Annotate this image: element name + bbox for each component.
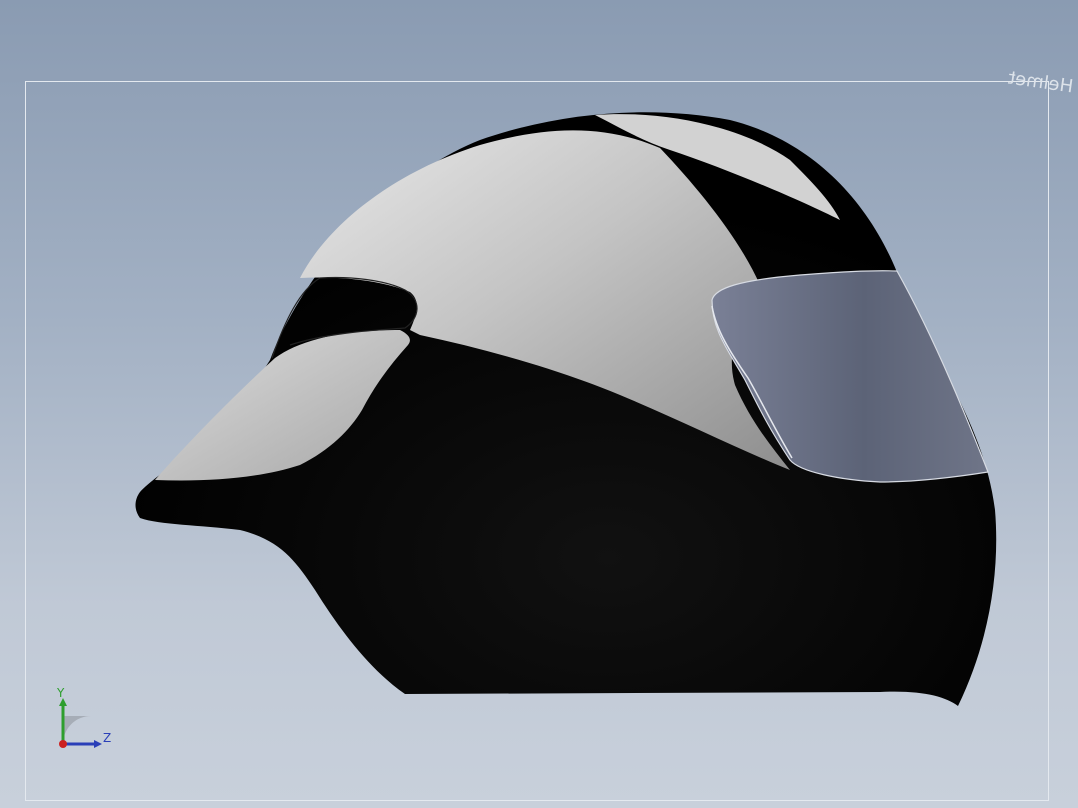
axis-y-label: Y <box>57 686 65 700</box>
graphics-viewport[interactable]: Helmet Y Z <box>0 0 1078 808</box>
helmet-model[interactable] <box>0 0 1078 808</box>
axis-z-label: Z <box>103 731 112 745</box>
